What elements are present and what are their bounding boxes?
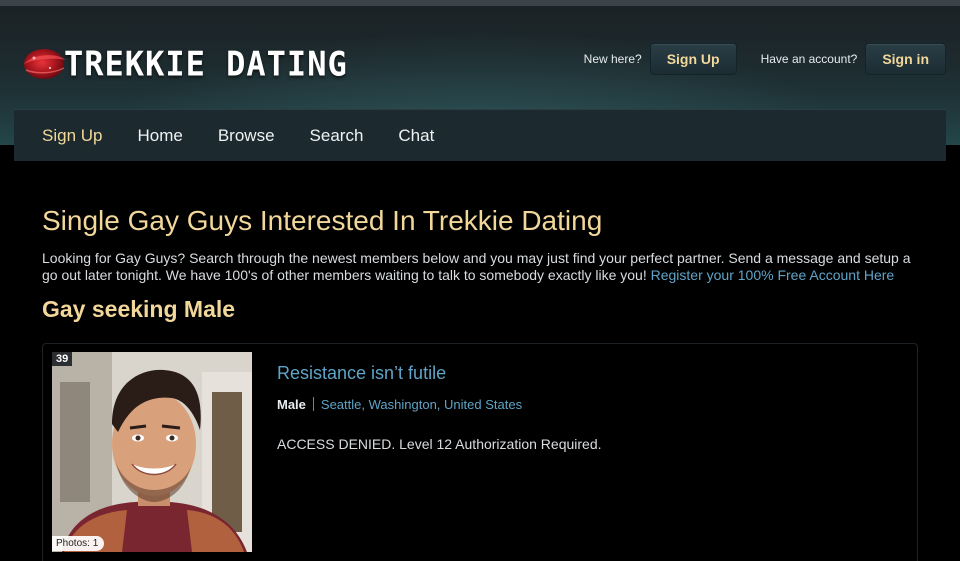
meta-divider: [312, 397, 314, 411]
intro-paragraph: Looking for Gay Guys? Search through the…: [42, 250, 912, 284]
nav-item-search[interactable]: Search: [310, 126, 364, 146]
profile-photo-image: [52, 352, 252, 552]
logo-text: TREKKIE DATING: [64, 44, 348, 84]
nav-item-chat[interactable]: Chat: [398, 126, 434, 146]
new-here-label: New here?: [583, 52, 642, 66]
location-comma-2: ,: [436, 397, 445, 412]
signin-button[interactable]: Sign in: [865, 43, 946, 75]
nav-item-sign-up[interactable]: Sign Up: [42, 126, 102, 146]
location-comma-1: ,: [361, 397, 369, 412]
red-planet-emblem-icon: [24, 49, 66, 79]
location-region-link[interactable]: Washington: [369, 397, 437, 412]
main-nav: Sign Up Home Browse Search Chat: [14, 109, 946, 161]
photo-count-badge: Photos: 1: [52, 536, 105, 551]
section-subtitle: Gay seeking Male: [42, 296, 236, 322]
profile-meta: Male Seattle, Washington, United States: [277, 397, 522, 412]
signup-button[interactable]: Sign Up: [649, 43, 737, 75]
age-badge: 39: [52, 352, 73, 366]
nav-item-browse[interactable]: Browse: [218, 126, 275, 146]
have-account-label: Have an account?: [760, 52, 858, 66]
location-city-link[interactable]: Seattle: [321, 397, 361, 412]
auth-bar: New here? Sign Up Have an account? Sign …: [584, 43, 946, 75]
page-title: Single Gay Guys Interested In Trekkie Da…: [42, 205, 603, 236]
nav-item-home[interactable]: Home: [137, 126, 182, 146]
register-link[interactable]: Register your 100% Free Account Here: [651, 267, 895, 283]
profile-photo[interactable]: 39 Photos: 1: [52, 352, 252, 552]
main-content: Single Gay Guys Interested In Trekkie Da…: [14, 161, 946, 561]
profile-gender: Male: [277, 397, 306, 412]
profile-headline[interactable]: Resistance isn’t futile: [277, 363, 446, 384]
location-country-link[interactable]: United States: [444, 397, 522, 412]
profile-card: 39 Photos: 1 Resistance isn’t futile Mal…: [42, 343, 918, 561]
profile-bio: ACCESS DENIED. Level 12 Authorization Re…: [277, 436, 602, 452]
site-logo[interactable]: TREKKIE DATING: [20, 42, 348, 86]
page: TREKKIE DATING New here? Sign Up Have an…: [0, 0, 960, 561]
